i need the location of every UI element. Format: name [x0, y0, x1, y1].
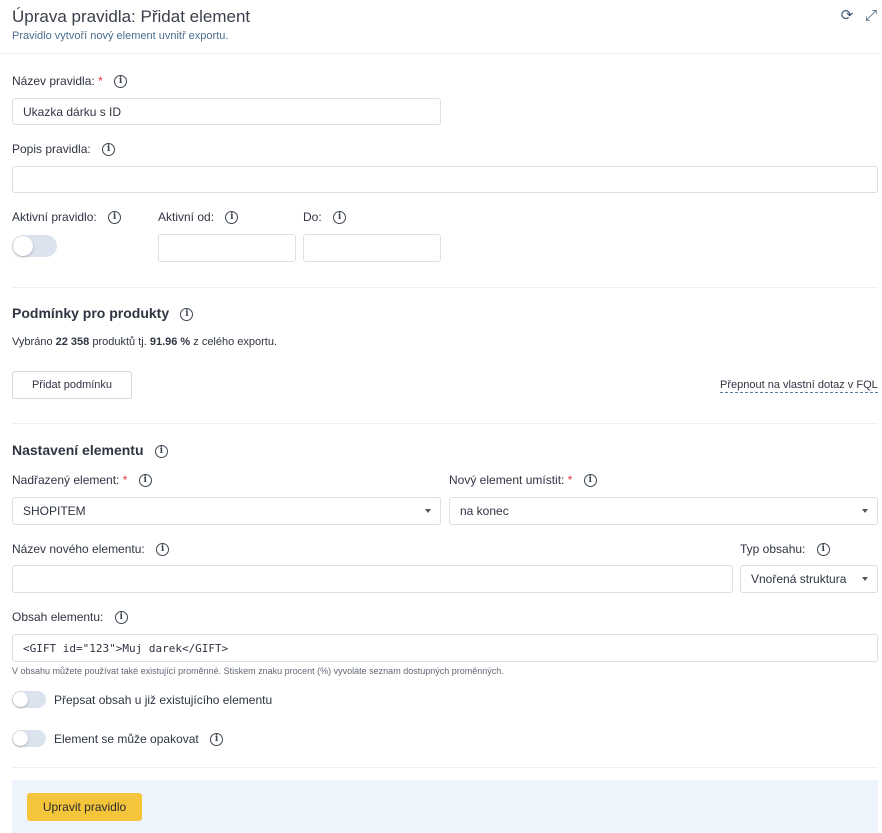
required-mark: * — [98, 74, 103, 88]
info-icon[interactable]: i — [154, 445, 168, 459]
overwrite-label: Přepsat obsah u již existujícího element… — [54, 693, 273, 707]
active-to-label: Do: — [303, 210, 322, 224]
element-settings-heading-row: Nastavení elementu i — [12, 442, 168, 459]
parent-element-label: Nadřazený element: — [12, 473, 120, 487]
parent-element-value: SHOPITEM — [23, 504, 86, 518]
rule-description-input[interactable] — [12, 166, 878, 193]
content-hint: V obsahu můžete používat také existující… — [12, 666, 504, 676]
form-footer: Upravit pravidlo — [12, 780, 878, 833]
selection-percent: 91.96 % — [149, 336, 191, 348]
content-type-select[interactable]: Vnořená struktura — [740, 565, 878, 593]
active-to-input[interactable] — [303, 234, 441, 262]
active-from-label: Aktivní od: — [158, 210, 215, 224]
repeat-label: Element se může opakovat — [54, 732, 199, 746]
element-content-label-row: Obsah elementu: i — [12, 610, 128, 625]
placement-label: Nový element umístit: — [449, 473, 565, 487]
expand-icon[interactable]: ⤢ — [863, 8, 879, 24]
parent-element-label-row: Nadřazený element: * i — [12, 473, 152, 488]
info-icon[interactable]: i — [138, 474, 152, 488]
rule-name-input[interactable]: Ukazka dárku s ID — [12, 98, 441, 125]
active-to-label-row: Do: i — [303, 210, 347, 225]
selection-prefix: Vybráno — [12, 336, 56, 348]
section-divider — [12, 287, 878, 288]
active-rule-toggle[interactable] — [12, 235, 57, 257]
selection-count: 22 358 — [55, 336, 90, 348]
placement-label-row: Nový element umístit: * i — [449, 473, 597, 488]
chevron-down-icon — [862, 509, 868, 513]
rule-name-value: Ukazka dárku s ID — [23, 104, 122, 119]
element-content-label: Obsah elementu: — [12, 610, 104, 624]
active-rule-label-row: Aktivní pravidlo: i — [12, 210, 122, 225]
active-from-input[interactable] — [158, 234, 296, 262]
placement-select[interactable]: na konec — [449, 497, 878, 525]
repeat-label-row: Element se může opakovat i — [54, 732, 224, 747]
rule-description-label: Popis pravidla: — [12, 142, 91, 156]
required-mark: * — [567, 473, 573, 487]
fql-switch-link[interactable]: Přepnout na vlastní dotaz v FQL — [720, 379, 878, 393]
repeat-toggle[interactable] — [12, 730, 46, 747]
new-element-name-input[interactable] — [12, 565, 733, 593]
selection-summary: Vybráno 22 358 produktů tj. 91.96 % z ce… — [12, 336, 277, 348]
page-title: Úprava pravidla: Přidat element — [12, 7, 251, 26]
element-content-input[interactable]: <GIFT id="123">Muj darek</GIFT> — [12, 634, 878, 662]
info-icon[interactable]: i — [583, 474, 597, 488]
new-element-name-label-row: Název nového elementu: i — [12, 542, 170, 557]
section-divider — [12, 423, 878, 424]
info-icon[interactable]: i — [816, 543, 830, 557]
active-from-label-row: Aktivní od: i — [158, 210, 239, 225]
overwrite-toggle[interactable] — [12, 691, 46, 708]
toggle-knob — [13, 731, 28, 746]
conditions-heading-row: Podmínky pro produkty i — [12, 305, 194, 322]
toggle-knob — [13, 692, 28, 707]
new-element-name-label: Název nového elementu: — [12, 542, 145, 556]
chevron-down-icon — [862, 577, 868, 581]
placement-value: na konec — [460, 504, 509, 518]
rule-name-label: Název pravidla: — [12, 74, 95, 88]
add-condition-button[interactable]: Přidat podmínku — [12, 371, 132, 399]
selection-middle: produktů tj. — [89, 336, 150, 348]
header-divider — [0, 53, 882, 54]
info-icon[interactable]: i — [102, 143, 116, 157]
info-icon[interactable]: i — [108, 211, 122, 225]
info-icon[interactable]: i — [210, 733, 224, 747]
element-settings-title: Nastavení elementu — [12, 442, 144, 458]
info-icon[interactable]: i — [156, 543, 170, 557]
info-icon[interactable]: i — [114, 611, 128, 625]
conditions-title: Podmínky pro produkty — [12, 305, 170, 321]
refresh-icon[interactable]: ⟳ — [839, 8, 855, 24]
required-mark: * — [122, 473, 128, 487]
chevron-down-icon — [425, 509, 431, 513]
active-rule-label: Aktivní pravidlo: — [12, 210, 97, 224]
rule-name-label-row: Název pravidla: * i — [12, 74, 128, 89]
toggle-knob — [13, 236, 33, 256]
element-content-value: <GIFT id="123">Muj darek</GIFT> — [23, 641, 229, 655]
info-icon[interactable]: i — [333, 211, 347, 225]
section-divider — [12, 767, 878, 768]
info-icon[interactable]: i — [114, 75, 128, 89]
info-icon[interactable]: i — [225, 211, 239, 225]
rule-description-label-row: Popis pravidla: i — [12, 142, 116, 157]
submit-rule-button[interactable]: Upravit pravidlo — [27, 793, 142, 821]
page-subtitle: Pravidlo vytvoří nový element uvnitř exp… — [12, 30, 229, 42]
info-icon[interactable]: i — [180, 308, 194, 322]
content-type-label: Typ obsahu: — [740, 542, 806, 556]
selection-suffix: z celého exportu. — [190, 336, 278, 348]
content-type-value: Vnořená struktura — [751, 572, 847, 586]
parent-element-select[interactable]: SHOPITEM — [12, 497, 441, 525]
content-type-label-row: Typ obsahu: i — [740, 542, 830, 557]
